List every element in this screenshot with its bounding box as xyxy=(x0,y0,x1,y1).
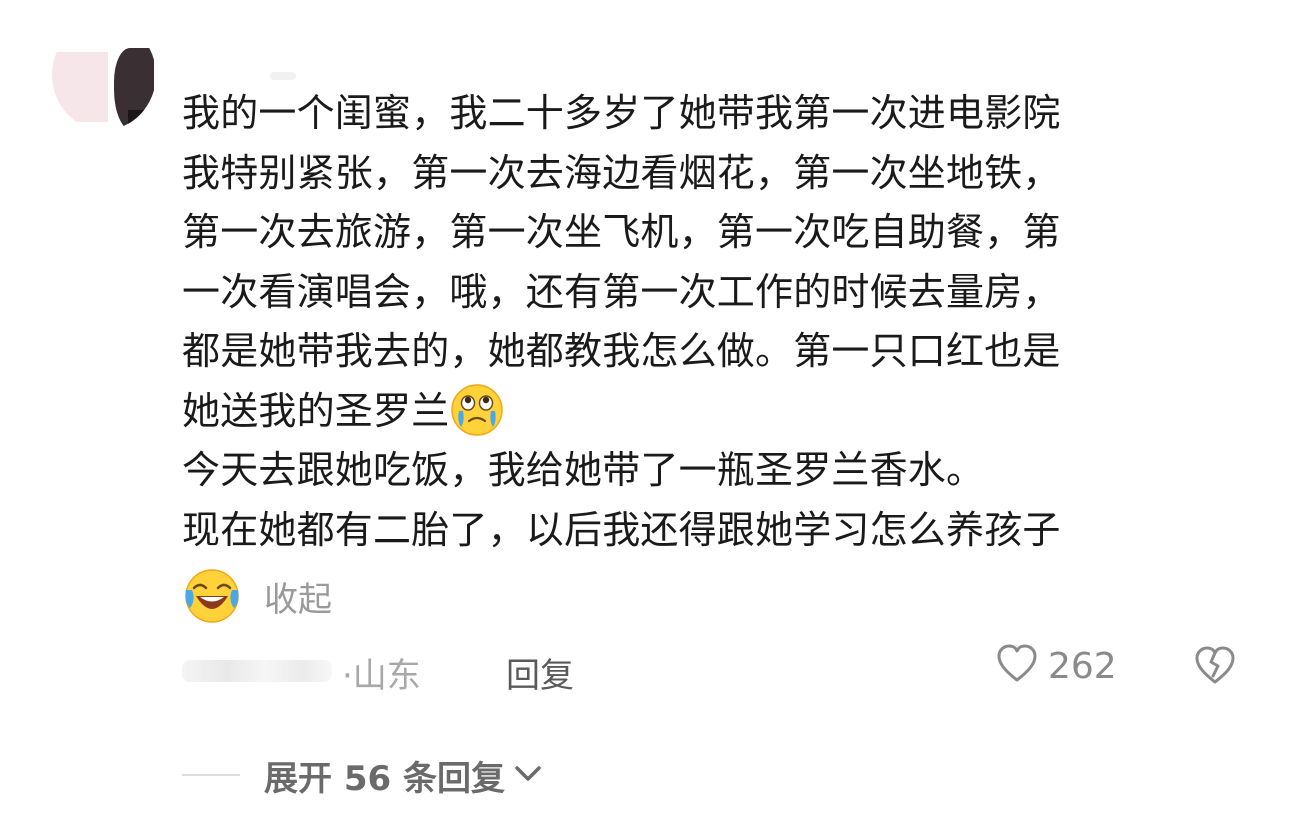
comment-line: 今天去跟她吃饭，我给她带了一瓶圣罗兰香水。 xyxy=(182,448,985,492)
comment-meta: ·山东 回复 262 xyxy=(182,640,1252,700)
heart-outline-icon xyxy=(996,644,1038,688)
avatar-background xyxy=(52,52,108,122)
chevron-down-icon xyxy=(513,763,543,787)
timestamp-redacted xyxy=(182,660,332,682)
comment-line: 我特别紧张，第一次去海边看烟花，第一次坐地铁， xyxy=(182,150,1061,195)
teary-eyed-emoji xyxy=(449,381,505,437)
avatar-shadow xyxy=(128,110,144,130)
comment-line: 都是她带我去的，她都教我怎么做。第一只口红也是 xyxy=(182,329,1061,373)
collapse-row: 收起 xyxy=(182,566,332,626)
comment-line: 一次看演唱会，哦，还有第一次工作的时候去量房， xyxy=(182,269,1061,314)
comment-line: 现在她都有二胎了，以后我还得跟她学习怎么养孩子 xyxy=(182,507,1061,552)
expand-replies-label: 展开 56 条回复 xyxy=(264,758,505,799)
comment-text: 我的一个闺蜜，我二十多岁了她带我第一次进电影院 我特别紧张，第一次去海边看烟花，… xyxy=(182,84,1232,560)
collapse-button[interactable]: 收起 xyxy=(264,572,332,621)
broken-heart-icon xyxy=(1194,646,1236,690)
comment-line: 第一次去旅游，第一次坐飞机，第一次吃自助餐，第 xyxy=(182,210,1061,254)
username-redacted xyxy=(270,72,296,80)
reply-button[interactable]: 回复 xyxy=(506,648,574,697)
expand-replies-button[interactable]: 展开 56 条回复 xyxy=(264,751,543,800)
comment-line-with-emoji: 她送我的圣罗兰 xyxy=(182,382,1232,442)
ip-location: ·山东 xyxy=(342,656,421,696)
like-button[interactable]: 262 xyxy=(996,644,1117,688)
expand-replies-row: 展开 56 条回复 xyxy=(182,745,543,805)
divider-line xyxy=(182,774,240,776)
laughing-crying-emoji xyxy=(182,566,242,626)
comment-line-text: 她送我的圣罗兰 xyxy=(182,388,450,433)
comment-line: 我的一个闺蜜，我二十多岁了她带我第一次进电影院 xyxy=(182,91,1061,135)
dislike-button[interactable] xyxy=(1194,646,1236,690)
like-count: 262 xyxy=(1048,645,1117,687)
user-avatar[interactable] xyxy=(52,20,156,130)
